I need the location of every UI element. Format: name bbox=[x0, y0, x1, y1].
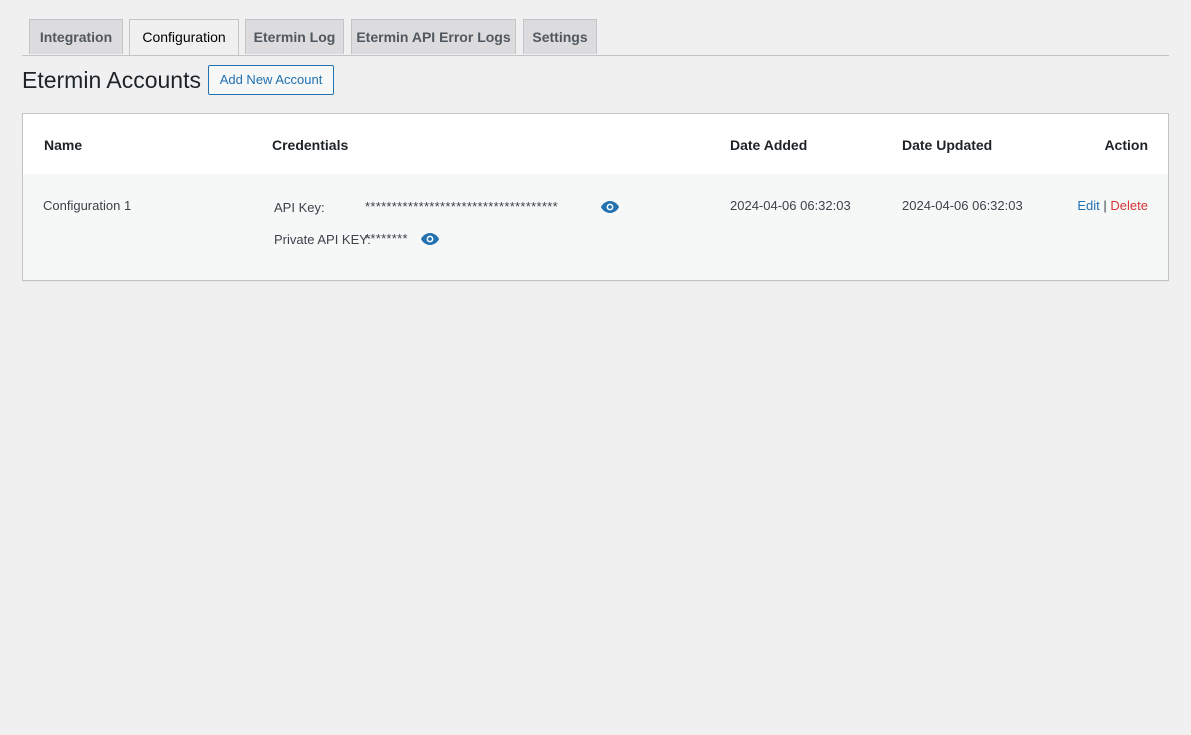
tab-integration[interactable]: Integration bbox=[29, 19, 123, 54]
row-actions: Edit | Delete bbox=[1077, 198, 1148, 213]
private-api-key-label: Private API KEY: bbox=[274, 232, 371, 247]
header-date-updated: Date Updated bbox=[902, 137, 993, 153]
header-date-added: Date Added bbox=[730, 137, 808, 153]
eye-icon[interactable] bbox=[420, 232, 440, 246]
header-credentials: Credentials bbox=[272, 137, 349, 153]
tab-label: Etermin Log bbox=[253, 29, 336, 45]
tab-settings[interactable]: Settings bbox=[523, 19, 597, 54]
delete-link[interactable]: Delete bbox=[1110, 198, 1148, 213]
tab-etermin-log[interactable]: Etermin Log bbox=[245, 19, 344, 54]
nav-tabs: Integration Configuration Etermin Log Et… bbox=[22, 19, 1169, 56]
private-api-key-value: ******** bbox=[365, 231, 408, 246]
header-name: Name bbox=[44, 137, 83, 153]
date-updated: 2024-04-06 06:32:03 bbox=[902, 198, 1023, 213]
api-key-value: ************************************ bbox=[365, 199, 558, 214]
account-name: Configuration 1 bbox=[43, 198, 132, 213]
tab-etermin-api-error-logs[interactable]: Etermin API Error Logs bbox=[351, 19, 516, 54]
action-separator: | bbox=[1103, 198, 1107, 213]
table-row: Configuration 1 API Key: ***************… bbox=[23, 174, 1168, 280]
tab-label: Settings bbox=[532, 29, 588, 45]
page: Integration Configuration Etermin Log Et… bbox=[0, 0, 1191, 735]
eye-icon[interactable] bbox=[600, 200, 620, 214]
add-new-account-button[interactable]: Add New Account bbox=[208, 65, 334, 95]
accounts-table: Name Credentials Date Added Date Updated… bbox=[22, 113, 1169, 281]
tab-configuration[interactable]: Configuration bbox=[129, 19, 239, 55]
table-header: Name Credentials Date Added Date Updated… bbox=[23, 114, 1168, 174]
tab-label: Configuration bbox=[142, 29, 226, 45]
tab-label: Etermin API Error Logs bbox=[356, 29, 511, 45]
tab-label: Integration bbox=[39, 29, 113, 45]
edit-link[interactable]: Edit bbox=[1077, 198, 1099, 213]
header-action: Action bbox=[1104, 137, 1148, 153]
date-added: 2024-04-06 06:32:03 bbox=[730, 198, 851, 213]
page-title: Etermin Accounts bbox=[22, 67, 201, 93]
api-key-label: API Key: bbox=[274, 200, 325, 215]
